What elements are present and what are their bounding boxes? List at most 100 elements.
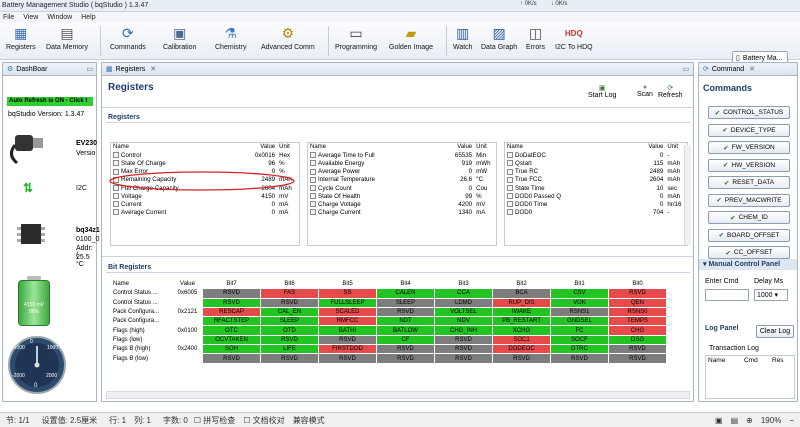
register-row[interactable]: Qstart 115 mAh bbox=[505, 159, 687, 167]
registers-tab[interactable]: ▦ Registers ✕ ▭ bbox=[102, 63, 693, 76]
bit-cell[interactable]: OTD bbox=[260, 325, 319, 336]
register-row[interactable]: Charge Current 1340 mA bbox=[308, 209, 496, 217]
bit-cell[interactable]: SS bbox=[318, 288, 377, 299]
command-button[interactable]: ✔ RESET_DATA bbox=[708, 176, 790, 189]
bit-cell[interactable]: RUP_DIS bbox=[492, 297, 551, 308]
registers-scrollbar[interactable] bbox=[684, 145, 691, 245]
register-row[interactable]: Cycle Count 0 Cou bbox=[308, 184, 496, 192]
programming-button[interactable]: ▭ Programming bbox=[335, 24, 377, 52]
manual-control-header[interactable]: ▾ Manual Control Panel bbox=[699, 259, 797, 270]
bit-cell[interactable]: FIRSTDOD bbox=[318, 344, 377, 355]
minimize-icon[interactable]: ▭ bbox=[86, 65, 93, 73]
bit-cell[interactable]: RSNS0 bbox=[608, 306, 667, 318]
bit-cell[interactable]: CAL_EN bbox=[260, 306, 319, 318]
bit-cell[interactable]: SOH bbox=[202, 344, 261, 355]
bit-cell[interactable]: LIFE bbox=[260, 344, 319, 355]
register-row[interactable]: DOD0 704- bbox=[505, 209, 687, 217]
bit-cell[interactable]: RSVD bbox=[608, 288, 667, 299]
bit-cell[interactable]: RSVD bbox=[550, 353, 609, 364]
register-row[interactable]: Internal Temperature 26.6 °C bbox=[308, 176, 496, 184]
bit-cell[interactable]: RSVD bbox=[608, 353, 667, 364]
bit-cell[interactable]: TEMPS bbox=[608, 316, 667, 327]
delay-ms-select[interactable]: 1000 ▾ bbox=[754, 289, 788, 301]
register-row[interactable]: Average Current 0 mA bbox=[111, 209, 299, 217]
commands-button[interactable]: ⟳ Commands bbox=[110, 24, 146, 52]
bit-cell[interactable]: OTC bbox=[202, 325, 261, 336]
bit-cell[interactable]: FULLSLEEP bbox=[318, 297, 377, 308]
register-row[interactable]: DOD0 Time 0 hr/16 bbox=[505, 200, 687, 208]
layout-icon[interactable]: ▤ bbox=[731, 416, 739, 425]
watch-button[interactable]: ▥ Watch bbox=[453, 24, 473, 52]
horizontal-scrollbar[interactable] bbox=[106, 391, 690, 399]
bit-cell[interactable]: DSG bbox=[608, 334, 667, 346]
registers-button[interactable]: ▦ Registers bbox=[6, 24, 36, 52]
zoom-out-button[interactable]: − bbox=[789, 416, 794, 425]
register-row[interactable]: Average Time to Full 65535 Min bbox=[308, 151, 496, 159]
bit-cell[interactable]: SOC1 bbox=[492, 334, 551, 346]
register-row[interactable]: State Time 10 sec bbox=[505, 184, 687, 192]
register-row[interactable]: True FCC 2604 mAh bbox=[505, 176, 687, 184]
bit-cell[interactable]: OCVTAKEN bbox=[202, 334, 261, 346]
command-button[interactable]: ✔ CONTROL_STATUS bbox=[708, 106, 790, 119]
bit-cell[interactable]: RSVD bbox=[202, 297, 261, 308]
bit-cell[interactable]: FAS bbox=[260, 288, 319, 299]
command-tab[interactable]: ⟳ Command ✕ bbox=[699, 63, 797, 76]
register-row[interactable]: Control 0x0016 Hex bbox=[111, 151, 299, 159]
bit-cell[interactable]: VOK bbox=[550, 297, 609, 308]
bit-cell[interactable]: RSVD bbox=[434, 353, 493, 364]
i2c-hdq-button[interactable]: HDQ I2C To HDQ bbox=[555, 24, 593, 52]
bit-cell[interactable]: RSVD bbox=[608, 344, 667, 355]
bit-cell[interactable]: RSVD bbox=[260, 334, 319, 346]
bit-cell[interactable]: RESCAP bbox=[202, 306, 261, 318]
register-row[interactable]: State Of Health 99% bbox=[308, 192, 496, 200]
enter-cmd-input[interactable] bbox=[705, 289, 749, 301]
proofread-toggle[interactable]: ☐ 文档校对 bbox=[243, 415, 284, 426]
bit-cell[interactable]: BATLOW bbox=[376, 325, 435, 336]
dashboard-tab[interactable]: ⚙ DashBoar ▭ bbox=[3, 63, 96, 76]
bit-cell[interactable]: CF bbox=[376, 334, 435, 346]
bit-cell[interactable]: RMFCC bbox=[318, 316, 377, 327]
register-row[interactable]: True RC 2489 mAh bbox=[505, 168, 687, 176]
bit-cell[interactable]: SLEEP bbox=[260, 316, 319, 327]
bit-cell[interactable]: RSVD bbox=[492, 353, 551, 364]
command-button[interactable]: ✔ DEVICE_TYPE bbox=[708, 123, 790, 137]
close-icon[interactable]: ✕ bbox=[749, 65, 755, 73]
bit-cell[interactable]: LDMD bbox=[434, 297, 493, 308]
bit-cell[interactable]: GNDSEL bbox=[550, 316, 609, 327]
bit-cell[interactable]: CHG_INH bbox=[434, 325, 493, 336]
bit-cell[interactable]: NDT bbox=[376, 316, 435, 327]
start-log-button[interactable]: ▣ Start Log bbox=[588, 84, 616, 99]
advanced-comm-button[interactable]: ⚙ Advanced Comm bbox=[261, 24, 315, 52]
view-mode-icon[interactable]: ▣ bbox=[715, 416, 723, 425]
bit-cell[interactable]: CSV bbox=[550, 288, 609, 299]
bit-cell[interactable]: RSVD bbox=[376, 306, 435, 318]
menu-view[interactable]: View bbox=[23, 14, 38, 21]
menu-window[interactable]: Window bbox=[47, 14, 72, 21]
bit-cell[interactable]: FC bbox=[550, 325, 609, 336]
web-view-icon[interactable]: ⊕ bbox=[746, 416, 753, 425]
bit-cell[interactable]: RSVD bbox=[318, 353, 377, 364]
command-button[interactable]: ✔ PREV_MACWRITE bbox=[708, 193, 790, 207]
command-button[interactable]: ✔ CC_OFFSET bbox=[708, 246, 790, 259]
bit-cell[interactable]: RSVD bbox=[376, 353, 435, 364]
bit-cell[interactable]: NDV bbox=[434, 316, 493, 327]
menu-file[interactable]: File bbox=[3, 14, 14, 21]
bit-cell[interactable]: DODEOC bbox=[492, 344, 551, 355]
bit-cell[interactable]: BCA bbox=[492, 288, 551, 299]
data-memory-button[interactable]: ▤ Data Memory bbox=[46, 24, 88, 52]
command-button[interactable]: ✔ HW_VERSION bbox=[708, 158, 790, 172]
bit-cell[interactable]: CALEN bbox=[376, 288, 435, 299]
bit-cell[interactable]: SLEEP bbox=[376, 297, 435, 308]
golden-image-button[interactable]: ▰ Golden Image bbox=[389, 24, 433, 52]
bit-cell[interactable]: RSVD bbox=[202, 288, 261, 299]
spellcheck-toggle[interactable]: ☐ 拼写检查 bbox=[194, 415, 235, 426]
bit-cell[interactable]: SCALED bbox=[318, 306, 377, 318]
minimize-icon[interactable]: ▭ bbox=[682, 65, 689, 73]
bit-cell[interactable]: CCA bbox=[434, 288, 493, 299]
bit-cell[interactable]: VOLTSEL bbox=[434, 306, 493, 318]
scan-button[interactable]: ● Scan bbox=[637, 84, 653, 98]
calibration-button[interactable]: ▣ Calibration bbox=[163, 24, 196, 52]
command-button[interactable]: ✔ CHEM_ID bbox=[708, 211, 790, 224]
zoom-level[interactable]: 190% bbox=[761, 416, 781, 425]
refresh-button[interactable]: ⟳ Refresh bbox=[658, 84, 683, 99]
